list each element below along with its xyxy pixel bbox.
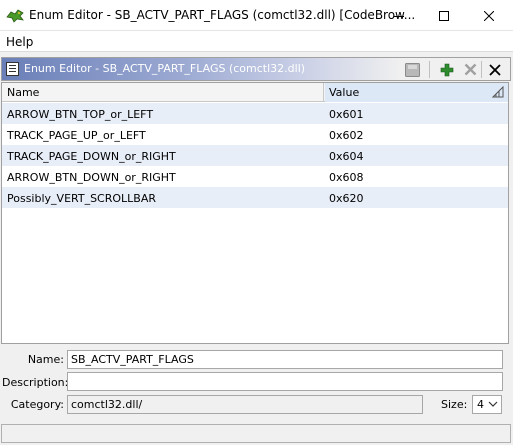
cell-value: 0x601 bbox=[329, 108, 364, 121]
add-entry-button[interactable] bbox=[438, 61, 456, 78]
maximize-button[interactable] bbox=[421, 0, 467, 31]
table-row[interactable]: Possibly_VERT_SCROLLBAR 0x620 bbox=[2, 187, 508, 208]
window-titlebar[interactable]: Enum Editor - SB_ACTV_PART_FLAGS (comctl… bbox=[0, 0, 513, 31]
table-header: Name Value bbox=[2, 83, 508, 102]
minimize-icon bbox=[394, 15, 404, 17]
category-field-value: comctl32.dll/ bbox=[71, 398, 143, 411]
menu-help[interactable]: Help bbox=[6, 35, 33, 49]
cell-value: 0x604 bbox=[329, 150, 364, 163]
close-window-button[interactable] bbox=[466, 0, 512, 31]
delete-entry-button[interactable] bbox=[461, 61, 479, 78]
menu-bar: Help bbox=[0, 31, 513, 52]
description-label: Description: bbox=[2, 376, 69, 389]
window-title: Enum Editor - SB_ACTV_PART_FLAGS (comctl… bbox=[29, 8, 416, 22]
close-icon bbox=[484, 10, 494, 21]
cell-name: TRACK_PAGE_DOWN_or_RIGHT bbox=[7, 150, 176, 163]
minimize-button[interactable] bbox=[376, 0, 422, 31]
name-field-value: SB_ACTV_PART_FLAGS bbox=[71, 353, 194, 366]
category-label: Category: bbox=[10, 398, 64, 411]
cell-name: ARROW_BTN_TOP_or_LEFT bbox=[7, 108, 154, 121]
close-panel-button[interactable] bbox=[486, 61, 504, 78]
save-button[interactable] bbox=[403, 61, 421, 78]
description-field[interactable] bbox=[67, 372, 503, 391]
category-field: comctl32.dll/ bbox=[67, 395, 423, 414]
size-label: Size: bbox=[441, 398, 468, 411]
column-header-name[interactable]: Name bbox=[2, 83, 324, 102]
column-header-value[interactable]: Value bbox=[325, 83, 508, 102]
cell-value: 0x602 bbox=[329, 129, 364, 142]
add-icon bbox=[440, 63, 454, 76]
close-icon bbox=[489, 63, 501, 76]
maximize-icon bbox=[439, 10, 449, 21]
size-value: 4 bbox=[477, 398, 484, 411]
save-icon bbox=[404, 62, 420, 77]
cell-name: ARROW_BTN_DOWN_or_RIGHT bbox=[7, 171, 176, 184]
column-header-name-label: Name bbox=[7, 86, 40, 99]
panel-title-bar[interactable]: Enum Editor - SB_ACTV_PART_FLAGS (comctl… bbox=[2, 58, 400, 80]
table-row[interactable]: ARROW_BTN_DOWN_or_RIGHT 0x608 bbox=[2, 166, 508, 187]
panel-header: Enum Editor - SB_ACTV_PART_FLAGS (comctl… bbox=[1, 57, 511, 81]
sort-indicator-icon bbox=[492, 86, 504, 98]
name-label: Name: bbox=[27, 353, 64, 366]
cell-name: Possibly_VERT_SCROLLBAR bbox=[7, 192, 157, 205]
delete-icon bbox=[464, 63, 476, 76]
toolbar-separator bbox=[429, 61, 430, 78]
dragon-app-icon bbox=[6, 9, 24, 23]
table-row[interactable]: ARROW_BTN_TOP_or_LEFT 0x601 bbox=[2, 103, 508, 124]
cell-value: 0x620 bbox=[329, 192, 364, 205]
status-bar bbox=[1, 424, 511, 443]
name-field[interactable]: SB_ACTV_PART_FLAGS bbox=[67, 350, 503, 369]
cell-name: TRACK_PAGE_UP_or_LEFT bbox=[7, 129, 146, 142]
toolbar-separator bbox=[481, 61, 482, 78]
table-row[interactable]: TRACK_PAGE_UP_or_LEFT 0x602 bbox=[2, 124, 508, 145]
enum-table[interactable]: Name Value ARROW_BTN_TOP_or_LEFT 0x601 T… bbox=[1, 82, 509, 344]
cell-value: 0x608 bbox=[329, 171, 364, 184]
enum-editor-icon bbox=[6, 62, 19, 76]
panel-title: Enum Editor - SB_ACTV_PART_FLAGS (comctl… bbox=[24, 62, 306, 75]
chevron-down-icon bbox=[488, 401, 498, 407]
table-row[interactable]: TRACK_PAGE_DOWN_or_RIGHT 0x604 bbox=[2, 145, 508, 166]
size-select[interactable]: 4 bbox=[472, 395, 502, 414]
column-header-value-label: Value bbox=[329, 86, 360, 99]
